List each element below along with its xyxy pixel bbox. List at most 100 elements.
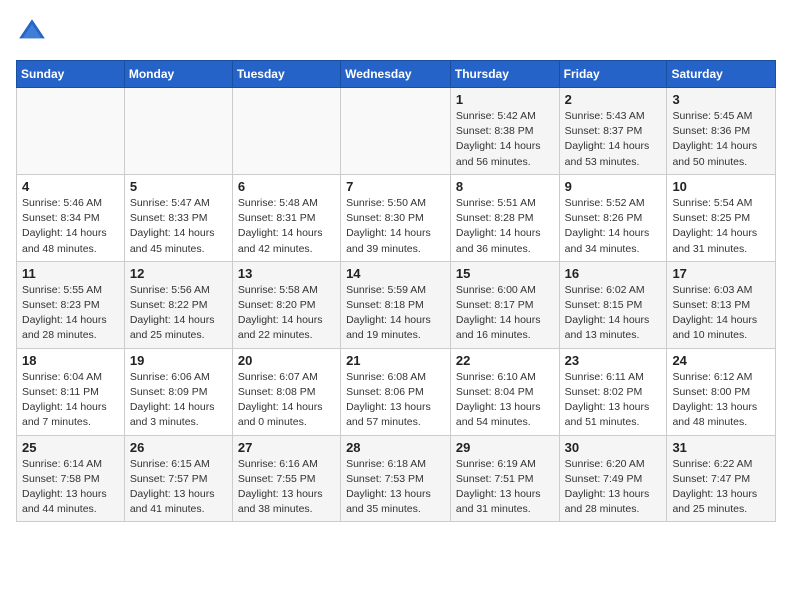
weekday-header-wednesday: Wednesday bbox=[341, 61, 451, 88]
day-info: Sunrise: 6:07 AM Sunset: 8:08 PM Dayligh… bbox=[238, 370, 335, 431]
day-cell: 2 Sunrise: 5:43 AM Sunset: 8:37 PM Daylig… bbox=[559, 88, 667, 175]
weekday-header-saturday: Saturday bbox=[667, 61, 776, 88]
logo-icon bbox=[16, 16, 48, 48]
day-info: Sunrise: 5:43 AM Sunset: 8:37 PM Dayligh… bbox=[565, 109, 662, 170]
day-info: Sunrise: 6:12 AM Sunset: 8:00 PM Dayligh… bbox=[672, 370, 770, 431]
day-info: Sunrise: 5:50 AM Sunset: 8:30 PM Dayligh… bbox=[346, 196, 445, 257]
day-number: 28 bbox=[346, 440, 445, 455]
day-info: Sunrise: 5:42 AM Sunset: 8:38 PM Dayligh… bbox=[456, 109, 554, 170]
weekday-header-monday: Monday bbox=[124, 61, 232, 88]
day-cell: 6Sunrise: 5:48 AM Sunset: 8:31 PM Daylig… bbox=[232, 174, 340, 261]
week-row-3: 11Sunrise: 5:55 AM Sunset: 8:23 PM Dayli… bbox=[17, 261, 776, 348]
logo bbox=[16, 16, 52, 48]
day-number: 1 bbox=[456, 92, 554, 107]
weekday-header-tuesday: Tuesday bbox=[232, 61, 340, 88]
day-info: Sunrise: 5:58 AM Sunset: 8:20 PM Dayligh… bbox=[238, 283, 335, 344]
day-info: Sunrise: 6:02 AM Sunset: 8:15 PM Dayligh… bbox=[565, 283, 662, 344]
day-cell: 21Sunrise: 6:08 AM Sunset: 8:06 PM Dayli… bbox=[341, 348, 451, 435]
day-number: 22 bbox=[456, 353, 554, 368]
day-info: Sunrise: 6:14 AM Sunset: 7:58 PM Dayligh… bbox=[22, 457, 119, 518]
day-cell bbox=[341, 88, 451, 175]
day-number: 26 bbox=[130, 440, 227, 455]
day-info: Sunrise: 6:16 AM Sunset: 7:55 PM Dayligh… bbox=[238, 457, 335, 518]
day-number: 7 bbox=[346, 179, 445, 194]
day-number: 6 bbox=[238, 179, 335, 194]
calendar-table: SundayMondayTuesdayWednesdayThursdayFrid… bbox=[16, 60, 776, 522]
day-cell: 27 Sunrise: 6:16 AM Sunset: 7:55 PM Dayli… bbox=[232, 435, 340, 522]
day-cell: 19 Sunrise: 6:06 AM Sunset: 8:09 PM Dayli… bbox=[124, 348, 232, 435]
day-cell: 1 Sunrise: 5:42 AM Sunset: 8:38 PM Daylig… bbox=[450, 88, 559, 175]
weekday-header-thursday: Thursday bbox=[450, 61, 559, 88]
day-cell: 10 Sunrise: 5:54 AM Sunset: 8:25 PM Dayli… bbox=[667, 174, 776, 261]
day-info: Sunrise: 5:47 AM Sunset: 8:33 PM Dayligh… bbox=[130, 196, 227, 257]
day-number: 24 bbox=[672, 353, 770, 368]
day-number: 12 bbox=[130, 266, 227, 281]
day-number: 27 bbox=[238, 440, 335, 455]
day-info: Sunrise: 6:00 AM Sunset: 8:17 PM Dayligh… bbox=[456, 283, 554, 344]
day-cell: 9 Sunrise: 5:52 AM Sunset: 8:26 PM Daylig… bbox=[559, 174, 667, 261]
day-cell: 17Sunrise: 6:03 AM Sunset: 8:13 PM Dayli… bbox=[667, 261, 776, 348]
day-info: Sunrise: 5:51 AM Sunset: 8:28 PM Dayligh… bbox=[456, 196, 554, 257]
day-info: Sunrise: 6:15 AM Sunset: 7:57 PM Dayligh… bbox=[130, 457, 227, 518]
week-row-4: 18Sunrise: 6:04 AM Sunset: 8:11 PM Dayli… bbox=[17, 348, 776, 435]
day-cell: 18Sunrise: 6:04 AM Sunset: 8:11 PM Dayli… bbox=[17, 348, 125, 435]
day-info: Sunrise: 6:06 AM Sunset: 8:09 PM Dayligh… bbox=[130, 370, 227, 431]
day-number: 23 bbox=[565, 353, 662, 368]
day-number: 8 bbox=[456, 179, 554, 194]
day-number: 25 bbox=[22, 440, 119, 455]
day-number: 4 bbox=[22, 179, 119, 194]
day-number: 30 bbox=[565, 440, 662, 455]
day-cell: 29Sunrise: 6:19 AM Sunset: 7:51 PM Dayli… bbox=[450, 435, 559, 522]
day-number: 9 bbox=[565, 179, 662, 194]
page-header bbox=[16, 16, 776, 48]
day-number: 17 bbox=[672, 266, 770, 281]
day-cell: 12 Sunrise: 5:56 AM Sunset: 8:22 PM Dayli… bbox=[124, 261, 232, 348]
day-cell: 25 Sunrise: 6:14 AM Sunset: 7:58 PM Dayli… bbox=[17, 435, 125, 522]
day-cell: 24 Sunrise: 6:12 AM Sunset: 8:00 PM Dayli… bbox=[667, 348, 776, 435]
day-cell: 8 Sunrise: 5:51 AM Sunset: 8:28 PM Daylig… bbox=[450, 174, 559, 261]
day-cell: 30 Sunrise: 6:20 AM Sunset: 7:49 PM Dayli… bbox=[559, 435, 667, 522]
day-number: 2 bbox=[565, 92, 662, 107]
day-cell bbox=[232, 88, 340, 175]
day-info: Sunrise: 5:52 AM Sunset: 8:26 PM Dayligh… bbox=[565, 196, 662, 257]
day-number: 11 bbox=[22, 266, 119, 281]
weekday-header-sunday: Sunday bbox=[17, 61, 125, 88]
day-number: 14 bbox=[346, 266, 445, 281]
day-number: 13 bbox=[238, 266, 335, 281]
day-info: Sunrise: 5:56 AM Sunset: 8:22 PM Dayligh… bbox=[130, 283, 227, 344]
day-number: 5 bbox=[130, 179, 227, 194]
day-cell: 28Sunrise: 6:18 AM Sunset: 7:53 PM Dayli… bbox=[341, 435, 451, 522]
week-row-2: 4 Sunrise: 5:46 AM Sunset: 8:34 PM Daylig… bbox=[17, 174, 776, 261]
week-row-1: 1 Sunrise: 5:42 AM Sunset: 8:38 PM Daylig… bbox=[17, 88, 776, 175]
day-number: 16 bbox=[565, 266, 662, 281]
day-number: 3 bbox=[672, 92, 770, 107]
day-cell: 22Sunrise: 6:10 AM Sunset: 8:04 PM Dayli… bbox=[450, 348, 559, 435]
day-number: 15 bbox=[456, 266, 554, 281]
day-cell: 23Sunrise: 6:11 AM Sunset: 8:02 PM Dayli… bbox=[559, 348, 667, 435]
day-info: Sunrise: 5:54 AM Sunset: 8:25 PM Dayligh… bbox=[672, 196, 770, 257]
day-info: Sunrise: 5:45 AM Sunset: 8:36 PM Dayligh… bbox=[672, 109, 770, 170]
day-cell: 11Sunrise: 5:55 AM Sunset: 8:23 PM Dayli… bbox=[17, 261, 125, 348]
day-cell bbox=[124, 88, 232, 175]
day-cell: 16 Sunrise: 6:02 AM Sunset: 8:15 PM Dayli… bbox=[559, 261, 667, 348]
day-cell: 31Sunrise: 6:22 AM Sunset: 7:47 PM Dayli… bbox=[667, 435, 776, 522]
day-cell: 5 Sunrise: 5:47 AM Sunset: 8:33 PM Daylig… bbox=[124, 174, 232, 261]
week-row-5: 25 Sunrise: 6:14 AM Sunset: 7:58 PM Dayli… bbox=[17, 435, 776, 522]
day-cell: 15 Sunrise: 6:00 AM Sunset: 8:17 PM Dayli… bbox=[450, 261, 559, 348]
day-cell: 4 Sunrise: 5:46 AM Sunset: 8:34 PM Daylig… bbox=[17, 174, 125, 261]
day-number: 20 bbox=[238, 353, 335, 368]
day-info: Sunrise: 6:04 AM Sunset: 8:11 PM Dayligh… bbox=[22, 370, 119, 431]
day-cell bbox=[17, 88, 125, 175]
day-number: 10 bbox=[672, 179, 770, 194]
day-number: 31 bbox=[672, 440, 770, 455]
day-cell: 14Sunrise: 5:59 AM Sunset: 8:18 PM Dayli… bbox=[341, 261, 451, 348]
day-cell: 3 Sunrise: 5:45 AM Sunset: 8:36 PM Daylig… bbox=[667, 88, 776, 175]
day-cell: 13 Sunrise: 5:58 AM Sunset: 8:20 PM Dayli… bbox=[232, 261, 340, 348]
day-cell: 26 Sunrise: 6:15 AM Sunset: 7:57 PM Dayli… bbox=[124, 435, 232, 522]
weekday-header-friday: Friday bbox=[559, 61, 667, 88]
day-number: 21 bbox=[346, 353, 445, 368]
day-info: Sunrise: 6:19 AM Sunset: 7:51 PM Dayligh… bbox=[456, 457, 554, 518]
day-info: Sunrise: 6:20 AM Sunset: 7:49 PM Dayligh… bbox=[565, 457, 662, 518]
day-number: 19 bbox=[130, 353, 227, 368]
day-info: Sunrise: 5:46 AM Sunset: 8:34 PM Dayligh… bbox=[22, 196, 119, 257]
